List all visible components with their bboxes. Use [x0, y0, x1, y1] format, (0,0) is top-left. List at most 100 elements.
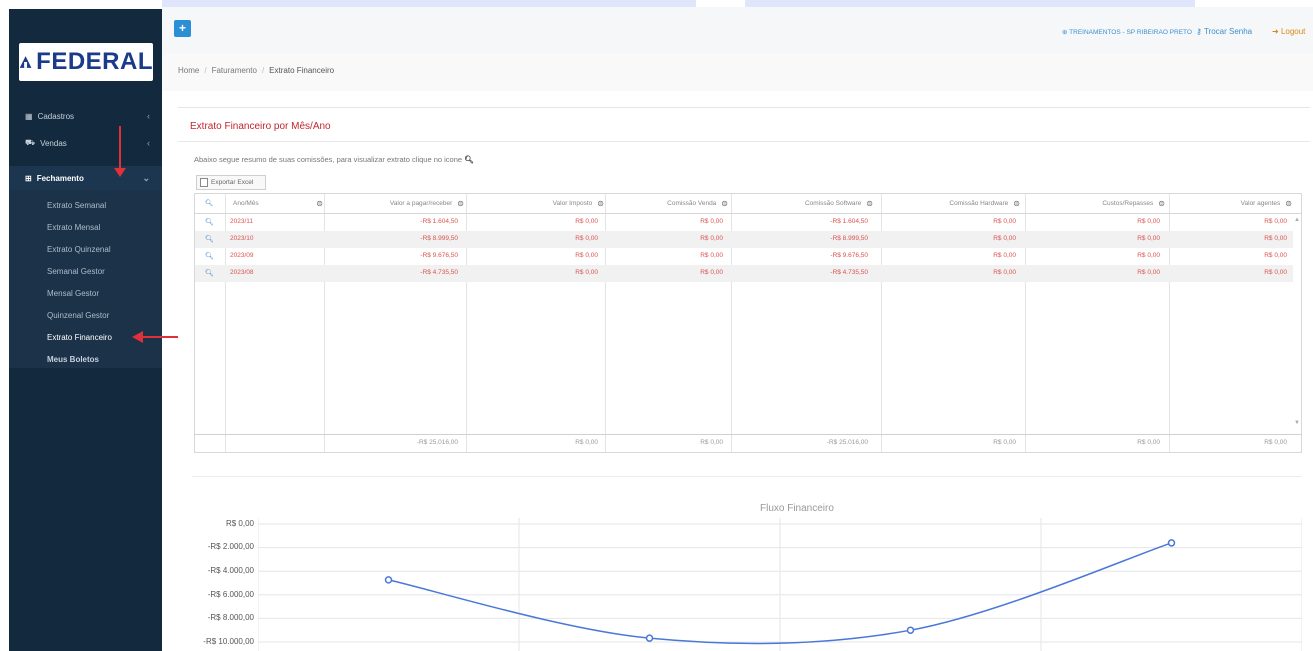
key-icon: ⚷: [1196, 27, 1202, 36]
cell-custos: R$ 0,00: [1137, 235, 1160, 242]
hint-text: Abaixo segue resumo de suas comissões, p…: [194, 155, 474, 164]
top-strip-right: [745, 0, 1195, 7]
add-button[interactable]: +: [174, 20, 191, 37]
export-excel-label: Exportar Excel: [211, 179, 254, 186]
breadcrumb-home[interactable]: Home: [178, 66, 199, 75]
data-point-2023/09[interactable]: [645, 634, 654, 642]
data-point-2023/08[interactable]: [384, 576, 393, 584]
total-comissao-venda: R$ 0,00: [700, 439, 723, 446]
excel-icon: [200, 178, 208, 187]
y-tick-label: -R$ 8.000,00: [207, 613, 254, 622]
change-password-link[interactable]: ⚷ Trocar Senha: [1196, 27, 1252, 36]
user-link[interactable]: ⊕ TREINAMENTOS - SP RIBEIRAO PRETO: [1062, 28, 1192, 36]
chevron-down-icon: ⌄: [142, 172, 150, 183]
cell-comissao-software: -R$ 4.735,50: [830, 269, 868, 276]
section-divider: [192, 476, 1302, 477]
footer-divider: [194, 434, 1302, 435]
logo-text: FEDERAL: [36, 48, 153, 75]
view-extract-icon[interactable]: 🔍︎: [205, 218, 214, 226]
cell-valor-pagar: -R$ 1.604,50: [420, 218, 458, 225]
cell-comissao-software: -R$ 8.999,50: [830, 235, 868, 242]
cell-comissao-venda: R$ 0,00: [700, 269, 723, 276]
cell-comissao-software: -R$ 1.604,50: [830, 218, 868, 225]
sidebar-item-fechamento[interactable]: ⊞ Fechamento ⌄: [9, 166, 162, 190]
filter-icon[interactable]: ⊜: [597, 199, 604, 208]
cell-valor-agentes: R$ 0,00: [1264, 252, 1287, 259]
search-column-header[interactable]: 🔍︎: [205, 193, 213, 213]
cell-custos: R$ 0,00: [1137, 218, 1160, 225]
sidebar-item-label: Fechamento: [36, 173, 84, 183]
column-header-comissao-software[interactable]: Comissão Software ⊜: [735, 193, 873, 213]
cell-custos: R$ 0,00: [1137, 269, 1160, 276]
chevron-left-icon: ‹: [147, 111, 150, 121]
breadcrumb-section[interactable]: Faturamento: [212, 66, 257, 75]
scroll-down-arrow[interactable]: ▼: [1294, 420, 1300, 426]
grid-icon: ▦: [25, 111, 33, 121]
cell-ano-mes: 2023/09: [230, 252, 254, 259]
cell-comissao-hardware: R$ 0,00: [993, 269, 1016, 276]
column-header-ano-mes[interactable]: Ano/Mês ⊜: [233, 193, 323, 213]
filter-icon[interactable]: ⊜: [457, 199, 464, 208]
data-point-2023/10[interactable]: [906, 626, 915, 634]
total-custos: R$ 0,00: [1137, 439, 1160, 446]
submenu-item-extrato-financeiro[interactable]: Extrato Financeiro: [47, 333, 112, 342]
submenu-item-semanal-gestor[interactable]: Semanal Gestor: [47, 267, 105, 276]
chart-grid: [258, 518, 1302, 651]
total-comissao-software: -R$ 25.016,00: [826, 439, 868, 446]
column-header-comissao-hardware[interactable]: Comissão Hardware ⊜: [884, 193, 1020, 213]
view-extract-icon[interactable]: 🔍︎: [205, 235, 214, 243]
submenu-item-mensal-gestor[interactable]: Mensal Gestor: [47, 289, 99, 298]
breadcrumb-bar: [162, 53, 1313, 91]
panel-title: Extrato Financeiro por Mês/Ano: [190, 121, 331, 132]
column-header-comissao-venda[interactable]: Comissão Venda ⊜: [608, 193, 728, 213]
filter-icon[interactable]: ⊜: [316, 199, 323, 208]
cell-ano-mes: 2023/11: [230, 218, 254, 225]
cell-valor-agentes: R$ 0,00: [1264, 269, 1287, 276]
column-header-valor-pagar[interactable]: Valor a pagar/receber ⊜: [330, 193, 464, 213]
column-header-valor-imposto[interactable]: Valor Imposto ⊜: [470, 193, 604, 213]
total-valor-imposto: R$ 0,00: [575, 439, 598, 446]
sidebar-item-vendas[interactable]: ⛟ Vendas ‹: [9, 132, 162, 154]
submenu-item-meus-boletos[interactable]: Meus Boletos: [47, 355, 99, 364]
cart-icon: ⛟: [25, 138, 36, 147]
annotation-arrowhead-left: [132, 331, 143, 343]
line-chart: [258, 518, 1302, 651]
cell-valor-pagar: -R$ 9.676,50: [420, 252, 458, 259]
sidebar-item-cadastros[interactable]: ▦ Cadastros ‹: [9, 105, 162, 127]
sidebar: FEDERAL ▦ Cadastros ‹ ⛟ Vendas ‹ ⊞ Fecha…: [9, 9, 162, 651]
filter-icon[interactable]: ⊜: [1285, 199, 1292, 208]
logout-link[interactable]: ➜ Logout: [1272, 27, 1305, 36]
total-comissao-hardware: R$ 0,00: [993, 439, 1016, 446]
export-excel-button[interactable]: Exportar Excel: [196, 175, 266, 190]
column-header-label: Valor agentes: [1240, 199, 1281, 207]
submenu-item-extrato-quinzenal[interactable]: Extrato Quinzenal: [47, 245, 111, 254]
cell-valor-imposto: R$ 0,00: [575, 252, 598, 259]
calc-icon: ⊞: [25, 173, 32, 183]
filter-icon[interactable]: ⊜: [721, 199, 728, 208]
total-valor-pagar: -R$ 25.016,00: [416, 439, 458, 446]
view-extract-icon[interactable]: 🔍︎: [205, 269, 214, 277]
cell-valor-imposto: R$ 0,00: [575, 218, 598, 225]
column-header-custos[interactable]: Custos/Repasses ⊜: [1028, 193, 1165, 213]
data-point-2023/11[interactable]: [1167, 539, 1176, 547]
view-extract-icon[interactable]: 🔍︎: [205, 252, 214, 260]
cell-comissao-hardware: R$ 0,00: [993, 235, 1016, 242]
filter-icon[interactable]: ⊜: [866, 199, 873, 208]
cell-comissao-venda: R$ 0,00: [700, 235, 723, 242]
submenu-item-quinzenal-gestor[interactable]: Quinzenal Gestor: [47, 311, 109, 320]
scroll-up-arrow[interactable]: ▲: [1294, 217, 1300, 223]
column-header-label: Comissão Venda: [667, 199, 717, 207]
column-header-valor-agentes[interactable]: Valor agentes ⊜: [1172, 193, 1292, 213]
cell-valor-agentes: R$ 0,00: [1264, 235, 1287, 242]
column-header-label: Comissão Hardware: [949, 199, 1009, 207]
annotation-arrowhead-down: [114, 168, 126, 177]
filter-icon[interactable]: ⊜: [1158, 199, 1165, 208]
search-icon: 🔍︎: [205, 200, 214, 207]
y-tick-label: -R$ 6.000,00: [207, 590, 254, 599]
filter-icon[interactable]: ⊜: [1013, 199, 1020, 208]
submenu-item-extrato-semanal[interactable]: Extrato Semanal: [47, 201, 106, 210]
chart-title: Fluxo Financeiro: [760, 503, 834, 514]
submenu-item-extrato-mensal[interactable]: Extrato Mensal: [47, 223, 100, 232]
logo[interactable]: FEDERAL: [19, 43, 153, 81]
column-header-label: Comissão Software: [804, 199, 862, 207]
